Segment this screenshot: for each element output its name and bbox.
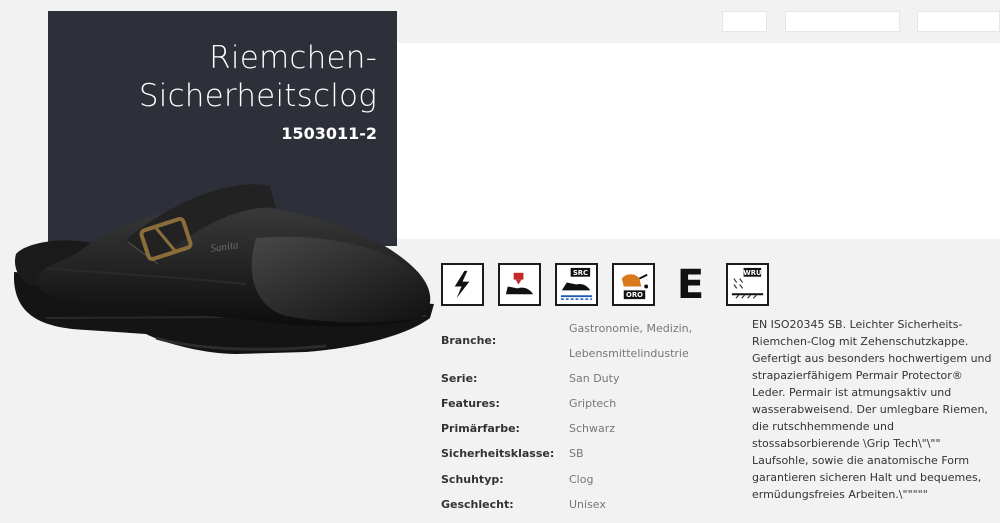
spec-value: Gastronomie, Medizin, Lebensmittelindust…: [569, 322, 693, 360]
src-slip-resistance-icon: SRC: [555, 263, 598, 306]
spec-value: San Duty: [569, 372, 620, 385]
nav-item-3[interactable]: [917, 11, 1000, 32]
spec-value: Schwarz: [569, 422, 616, 435]
svg-text:SRC: SRC: [573, 269, 588, 277]
electrical-hazard-icon: [441, 263, 484, 306]
product-title-line-2: Sicherheitsclog: [138, 78, 377, 114]
nav-item-1[interactable]: [722, 11, 767, 32]
spec-value: SB: [569, 447, 584, 460]
svg-text:ORO: ORO: [626, 291, 643, 299]
nav-item-2[interactable]: [785, 11, 900, 32]
svg-text:WRU: WRU: [743, 269, 761, 277]
product-sku: 1503011-2: [281, 124, 377, 143]
spec-value: Unisex: [569, 498, 606, 511]
spec-key: Branche:: [441, 334, 497, 347]
spec-value: Griptech: [569, 397, 617, 410]
spec-key: Primärfarbe:: [441, 422, 520, 435]
toe-cap-icon: [498, 263, 541, 306]
wru-water-resistance-icon: WRU: [726, 263, 769, 306]
spec-key: Schuhtyp:: [441, 473, 504, 486]
product-gallery-area: [397, 43, 1000, 239]
product-page: Riemchen- Sicherheitsclog 1503011-2 Sani…: [0, 0, 1000, 523]
product-title-line-1: Riemchen-: [209, 40, 377, 76]
spec-key: Geschlecht:: [441, 498, 514, 511]
product-description: EN ISO20345 SB. Leichter Sicherheits-Rie…: [752, 318, 992, 501]
spec-key: Features:: [441, 397, 500, 410]
product-title: Riemchen- Sicherheitsclog: [57, 39, 377, 115]
oro-oil-resistance-icon: ORO: [612, 263, 655, 306]
spec-value: Clog: [569, 473, 594, 486]
energy-absorption-e-icon: E: [676, 261, 705, 308]
spec-key: Sicherheitsklasse:: [441, 447, 555, 460]
spec-key: Serie:: [441, 372, 478, 385]
product-image-clog[interactable]: Sanita: [6, 168, 438, 364]
